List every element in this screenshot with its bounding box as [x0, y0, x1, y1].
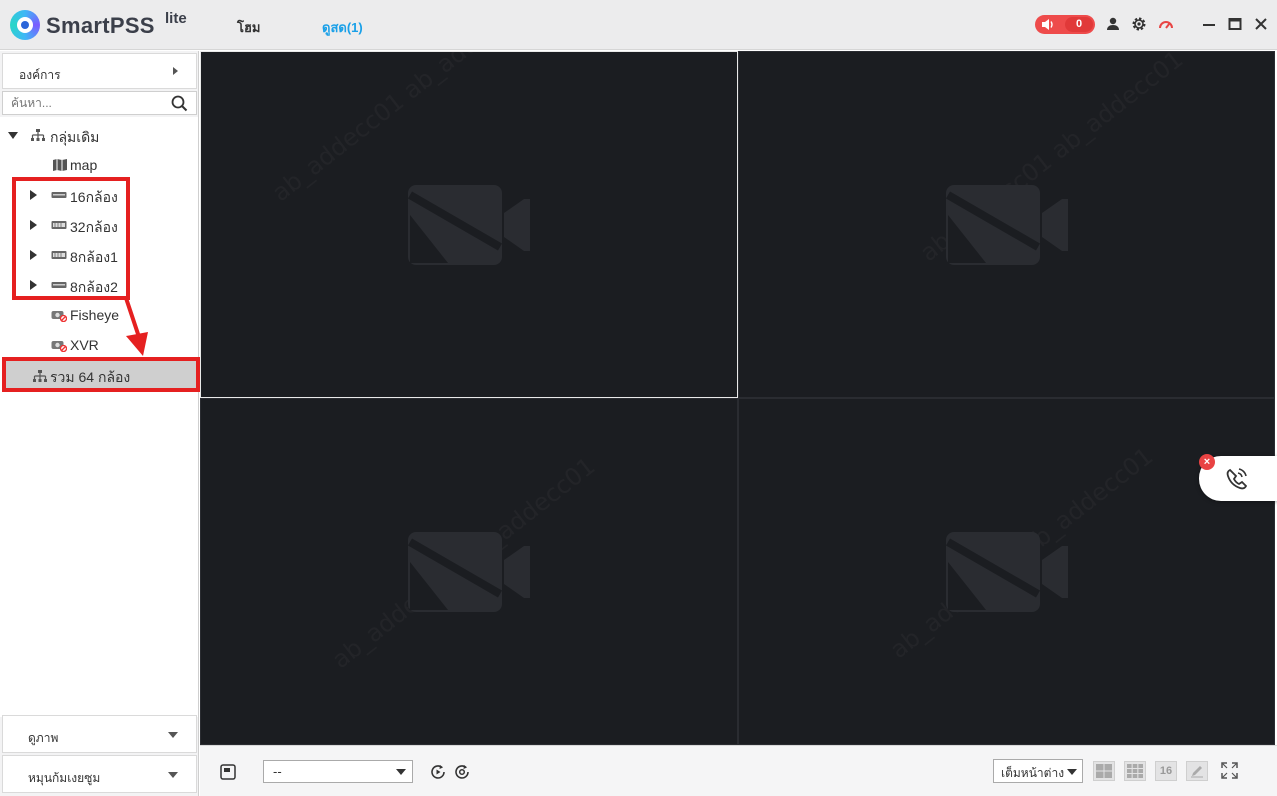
app-name: SmartPSS: [46, 13, 155, 38]
view-select[interactable]: --: [263, 760, 413, 783]
layout-16-button[interactable]: 16: [1155, 761, 1177, 781]
map-icon: [53, 159, 67, 171]
alarm-count: 0: [1065, 17, 1093, 32]
video-placeholder-icon: [408, 532, 530, 612]
nvr-icon: [51, 192, 67, 198]
annotation-arrow: [124, 297, 148, 356]
live-view-toolbar: -- เต็มหน้าต่าง 16: [200, 745, 1277, 796]
live-view-grid: ab_addecc01 ab_addecc01 ab_addecc01 ab_a…: [200, 51, 1275, 745]
view-panel-header[interactable]: ดูภาพ: [2, 715, 197, 753]
custom-layout-button[interactable]: [1186, 761, 1208, 781]
view-label: ดูภาพ: [28, 731, 59, 745]
video-window-2[interactable]: ab_addecc01 ab_addecc01: [738, 51, 1275, 398]
performance-meter-icon[interactable]: [1158, 16, 1174, 32]
tree-item-device[interactable]: XVR: [0, 335, 190, 357]
custom-group-label: รวม 64 กล้อง: [50, 369, 131, 385]
organization-header[interactable]: องค์การ: [2, 53, 197, 89]
chevron-right-icon: [173, 67, 178, 75]
layout-9-button[interactable]: [1124, 761, 1146, 781]
layout-grid-9-icon: [1127, 764, 1143, 778]
save-view-icon[interactable]: [220, 764, 236, 780]
search-icon[interactable]: [171, 95, 188, 112]
ptz-panel-header[interactable]: หมุนก้มเงยซูม: [2, 755, 197, 793]
tree-item-device[interactable]: 8กล้อง2: [0, 275, 190, 297]
app-name-suffix: lite: [165, 10, 187, 27]
alarm-button[interactable]: 0: [1035, 15, 1095, 34]
tree-item-label: 16กล้อง: [70, 189, 118, 205]
tour-settings-icon[interactable]: [453, 763, 471, 781]
fullscreen-icon[interactable]: [1220, 761, 1239, 780]
tab-live-view[interactable]: ดูสด(1): [322, 17, 363, 38]
video-window-3[interactable]: ab_addecc01 ab_addecc01: [200, 398, 738, 745]
tree-item-label: 8กล้อง2: [70, 279, 118, 295]
app-logo: [10, 10, 40, 40]
device-panel: องค์การ กลุ่มเดิม map: [0, 51, 199, 796]
phone-call-icon: [1226, 468, 1247, 490]
chevron-down-icon: [168, 772, 178, 778]
group-icon: [31, 129, 45, 141]
tree-item-device[interactable]: 32กล้อง: [0, 215, 190, 237]
tree-item-map[interactable]: map: [0, 155, 190, 177]
chevron-down-icon: [396, 769, 406, 775]
expand-toggle-icon[interactable]: [30, 280, 37, 290]
tree-root-default-group[interactable]: กลุ่มเดิม: [0, 125, 190, 147]
layout-4-button[interactable]: [1093, 761, 1115, 781]
search-box: [2, 91, 197, 115]
close-icon[interactable]: ×: [1199, 454, 1215, 470]
device-tree: กลุ่มเดิม map 16กล้อง 32กล้อง 8กล้อง1 8ก…: [0, 117, 198, 717]
tree-item-label: 32กล้อง: [70, 219, 118, 235]
gear-icon[interactable]: [1131, 16, 1147, 32]
tree-item-custom-group[interactable]: รวม 64 กล้อง: [2, 357, 200, 392]
expand-toggle-icon[interactable]: [30, 190, 37, 200]
offline-camera-icon: [51, 341, 67, 352]
video-placeholder-icon: [946, 185, 1068, 265]
tab-home[interactable]: โฮม: [237, 17, 261, 38]
user-icon[interactable]: [1105, 16, 1121, 32]
tour-play-icon[interactable]: [429, 763, 447, 781]
maximize-icon[interactable]: [1227, 16, 1243, 32]
speaker-icon: [1042, 19, 1053, 30]
organization-label: องค์การ: [19, 68, 61, 82]
search-input[interactable]: [11, 95, 161, 111]
expand-toggle-icon[interactable]: [8, 132, 18, 139]
chevron-down-icon: [168, 732, 178, 738]
intercom-float-button[interactable]: ×: [1199, 454, 1277, 501]
video-window-4[interactable]: ab_addecc01 ab_addecc01: [738, 398, 1275, 745]
tree-item-label: map: [70, 157, 98, 173]
close-icon[interactable]: [1253, 16, 1269, 32]
tree-item-label: Fisheye: [70, 307, 120, 323]
tree-item-device[interactable]: 16กล้อง: [0, 185, 190, 207]
expand-toggle-icon[interactable]: [30, 250, 37, 260]
tree-item-label: XVR: [70, 337, 99, 353]
ptz-label: หมุนก้มเงยซูม: [28, 771, 101, 785]
expand-toggle-icon[interactable]: [30, 220, 37, 230]
layout-grid-4-icon: [1096, 764, 1112, 778]
video-window-1[interactable]: ab_addecc01 ab_addecc01: [200, 51, 738, 398]
edit-layout-icon: [1191, 766, 1203, 778]
view-select-value: --: [273, 764, 282, 779]
title-bar: SmartPSS lite โฮม ดูสด(1) 0: [0, 0, 1277, 50]
chevron-down-icon: [1067, 769, 1077, 775]
video-placeholder-icon: [408, 185, 530, 265]
offline-camera-icon: [51, 311, 67, 322]
tree-item-label: 8กล้อง1: [70, 249, 118, 265]
display-mode-value: เต็มหน้าต่าง: [1001, 766, 1065, 780]
tree-root-label: กลุ่มเดิม: [50, 129, 100, 145]
dvr-icon: [51, 251, 67, 259]
nvr-icon: [51, 221, 67, 229]
tree-item-device[interactable]: Fisheye: [0, 305, 190, 327]
nvr-icon: [51, 282, 67, 288]
minimize-icon[interactable]: [1201, 16, 1217, 32]
video-placeholder-icon: [946, 532, 1068, 612]
group-icon: [33, 370, 47, 382]
display-mode-select[interactable]: เต็มหน้าต่าง: [993, 759, 1083, 783]
tree-item-device[interactable]: 8กล้อง1: [0, 245, 190, 267]
